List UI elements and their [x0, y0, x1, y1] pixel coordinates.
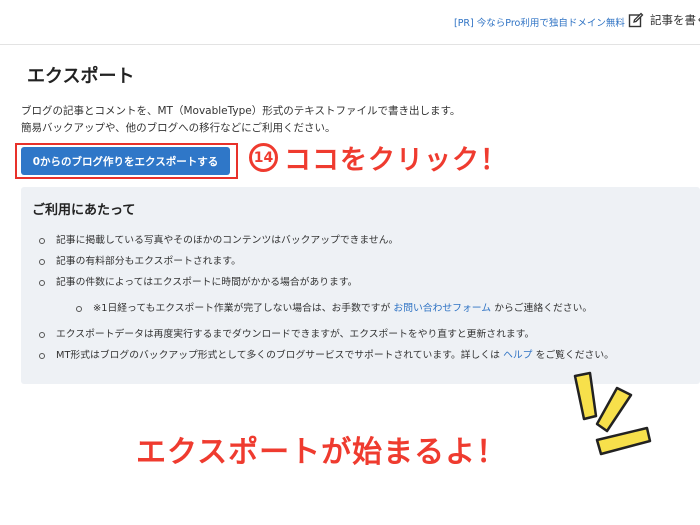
notes-list: 記事に掲載している写真やそのほかのコンテンツはバックアップできません。 記事の有…: [39, 230, 398, 293]
help-suffix: をご覧ください。: [535, 350, 614, 361]
page-description: ブログの記事とコメントを、MT（MovableType）形式のテキストファイルで…: [21, 103, 460, 137]
export-button[interactable]: 0からのブログ作りをエクスポートする: [21, 147, 230, 175]
help-prefix: MT形式はブログのバックアップ形式として多くのブログサービスでサポートされていま…: [56, 350, 500, 361]
write-article-label: 記事を書く: [650, 13, 700, 27]
pr-link[interactable]: [PR] 今ならPro利用で独自ドメイン無料: [454, 15, 625, 29]
emphasis-burst-icon: [573, 371, 652, 456]
notes-panel: ご利用にあたって 記事に掲載している写真やそのほかのコンテンツはバックアップでき…: [21, 187, 700, 384]
contact-form-link[interactable]: お問い合わせフォーム: [393, 303, 491, 314]
export-start-callout: エクスポートが始まるよ！: [136, 435, 508, 470]
list-item: 記事の件数によってはエクスポートに時間がかかる場合があります。: [39, 272, 398, 293]
list-item: エクスポートデータは再度実行するまでダウンロードできますが、エクスポートをやり直…: [39, 324, 614, 345]
notes-sublist: ※1日経ってもエクスポート作業が完了しない場合は、お手数ですが お問い合わせフォ…: [76, 298, 592, 319]
list-item: 記事に掲載している写真やそのほかのコンテンツはバックアップできません。: [39, 230, 398, 251]
step-number-badge: 14: [249, 143, 278, 172]
list-item: ※1日経ってもエクスポート作業が完了しない場合は、お手数ですが お問い合わせフォ…: [76, 298, 592, 319]
list-item: MT形式はブログのバックアップ形式として多くのブログサービスでサポートされていま…: [39, 345, 614, 366]
notes-list: エクスポートデータは再度実行するまでダウンロードできますが、エクスポートをやり直…: [39, 324, 614, 366]
notes-heading: ご利用にあたって: [32, 203, 136, 218]
top-bar: [PR] 今ならPro利用で独自ドメイン無料 記事を書く: [0, 0, 700, 45]
sub-item-prefix: ※1日経ってもエクスポート作業が完了しない場合は、お手数ですが: [93, 303, 391, 314]
write-article-button[interactable]: 記事を書く: [628, 12, 700, 28]
click-callout: 14 ココをクリック！: [249, 138, 508, 177]
list-item: 記事の有料部分もエクスポートされます。: [39, 251, 398, 272]
description-line: ブログの記事とコメントを、MT（MovableType）形式のテキストファイルで…: [21, 105, 461, 117]
pencil-square-icon: [628, 12, 644, 28]
description-line: 簡易バックアップや、他のブログへの移行などにご利用ください。: [21, 122, 336, 134]
click-callout-text: ココをクリック！: [284, 145, 508, 176]
sub-item-suffix: からご連絡ください。: [494, 303, 593, 314]
help-link[interactable]: ヘルプ: [503, 350, 532, 361]
page-title: エクスポート: [27, 66, 135, 87]
